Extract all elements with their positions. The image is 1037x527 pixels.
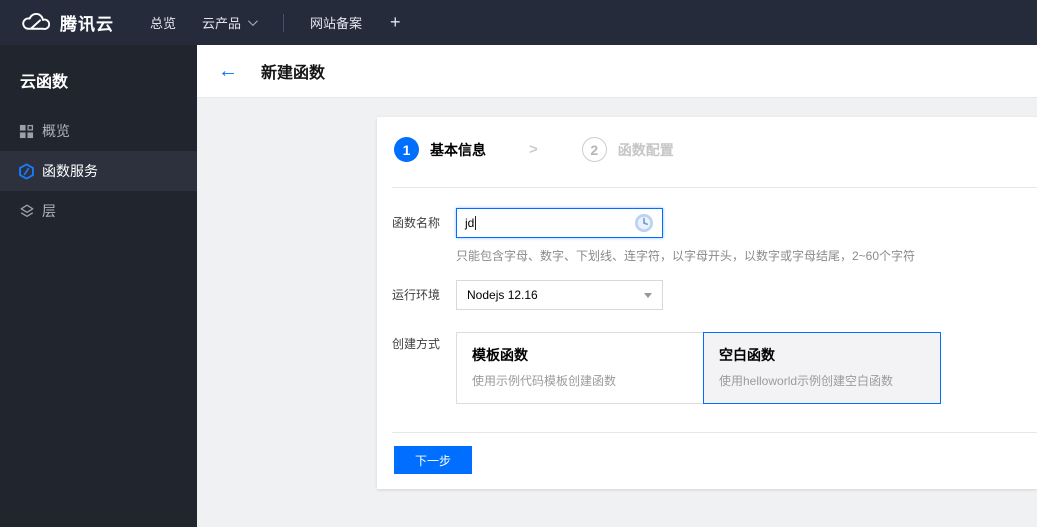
nav-overview[interactable]: 总览: [150, 13, 176, 32]
content-area: 1 基本信息 > 2 函数配置 函数名称 jd 只能包含字母、数字、下划线、连字…: [197, 98, 1037, 527]
sidebar-item-label: 概览: [42, 123, 70, 139]
grid-icon: [18, 123, 35, 140]
clock-icon[interactable]: [634, 213, 654, 233]
add-tab-button[interactable]: +: [390, 12, 401, 33]
method-card-title: 模板函数: [472, 347, 528, 363]
layers-icon: [18, 203, 35, 220]
step-1-circle: 1: [394, 137, 419, 162]
brand-name: 腾讯云: [60, 15, 114, 34]
sidebar-item-layers[interactable]: 层: [0, 191, 197, 231]
sidebar: 云函数 概览 函数服务 层: [0, 45, 197, 527]
method-card-title: 空白函数: [719, 347, 775, 363]
sidebar-item-label: 层: [42, 203, 56, 219]
function-name-input[interactable]: jd: [456, 208, 663, 238]
runtime-select[interactable]: Nodejs 12.16: [456, 280, 663, 310]
method-cards: 模板函数 使用示例代码模板创建函数 空白函数 使用helloworld示例创建空…: [456, 332, 941, 404]
method-card-desc: 使用helloworld示例创建空白函数: [719, 374, 894, 388]
nav-cloud-products[interactable]: 云产品: [202, 13, 258, 32]
step-chevron-icon: >: [529, 141, 538, 158]
nav-cloud-products-label: 云产品: [202, 16, 242, 31]
method-card-template-function[interactable]: 模板函数 使用示例代码模板创建函数: [456, 332, 704, 404]
nav-overview-label: 总览: [150, 16, 177, 31]
function-name-field: jd 只能包含字母、数字、下划线、连字符，以字母开头，以数字或字母结尾，2~60…: [456, 208, 915, 264]
page-header: ← 新建函数: [197, 45, 1037, 98]
topbar: 腾讯云 总览 云产品 网站备案 +: [0, 0, 1037, 45]
chevron-down-icon: [247, 16, 258, 27]
sidebar-title: 云函数: [20, 74, 69, 91]
wizard-steps: 1 基本信息 > 2 函数配置: [377, 117, 1037, 187]
text-cursor: [475, 216, 477, 230]
page-title: 新建函数: [261, 65, 326, 82]
step-2-circle: 2: [581, 137, 607, 162]
topbar-divider: [283, 13, 285, 32]
function-name-row: 函数名称 jd 只能包含字母、数字、下划线、连字符，以字母开头，以数字或字母结尾…: [392, 208, 1022, 264]
sidebar-item-overview[interactable]: 概览: [0, 111, 197, 151]
function-name-label: 函数名称: [392, 216, 441, 230]
method-card-blank-function[interactable]: 空白函数 使用helloworld示例创建空白函数: [703, 332, 941, 404]
next-step-button[interactable]: 下一步: [394, 446, 472, 474]
app-root: 腾讯云 总览 云产品 网站备案 + 云函数 概览 函数服务 层 ← 新建函数 1…: [0, 0, 1037, 527]
brand-logo[interactable]: 腾讯云: [20, 10, 114, 35]
runtime-row: 运行环境 Nodejs 12.16: [392, 280, 1022, 310]
method-card-desc: 使用示例代码模板创建函数: [472, 374, 617, 388]
card-footer: 下一步: [377, 433, 1037, 489]
back-button[interactable]: ←: [218, 61, 238, 81]
create-function-card: 1 基本信息 > 2 函数配置 函数名称 jd 只能包含字母、数字、下划线、连字…: [377, 117, 1037, 489]
nav-icp-filing-label: 网站备案: [310, 16, 363, 31]
creation-method-row: 创建方式 模板函数 使用示例代码模板创建函数 空白函数 使用helloworld…: [392, 332, 1022, 404]
runtime-value: Nodejs 12.16: [467, 288, 538, 302]
main-area: ← 新建函数 1 基本信息 > 2 函数配置 函数名称 jd 只能包含字母、数字…: [197, 45, 1037, 527]
step-1-label: 基本信息: [430, 141, 486, 158]
function-name-help: 只能包含字母、数字、下划线、连字符，以字母开头，以数字或字母结尾，2~60个字符: [456, 249, 916, 263]
runtime-label: 运行环境: [392, 288, 441, 302]
dropdown-caret-icon: [644, 292, 652, 298]
tencent-cloud-logo-icon: [20, 12, 50, 33]
function-icon: [18, 162, 35, 180]
basic-info-form: 函数名称 jd 只能包含字母、数字、下划线、连字符，以字母开头，以数字或字母结尾…: [377, 188, 1037, 432]
nav-icp-filing[interactable]: 网站备案: [310, 13, 362, 32]
sidebar-item-label: 函数服务: [42, 163, 98, 179]
creation-method-label: 创建方式: [392, 337, 441, 351]
step-2-label: 函数配置: [617, 141, 674, 158]
function-name-value: jd: [465, 216, 475, 230]
topbar-nav: 总览 云产品 网站备案 +: [150, 12, 401, 33]
sidebar-item-function-service[interactable]: 函数服务: [0, 151, 197, 191]
